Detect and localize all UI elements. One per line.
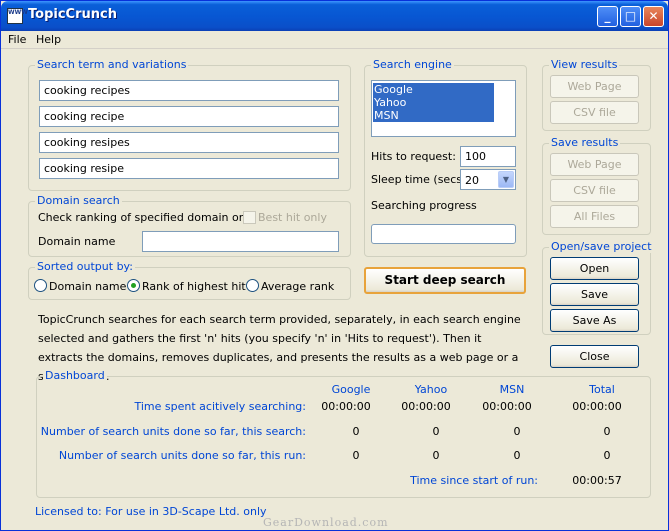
hits-label: Hits to request: (371, 150, 456, 163)
progress-label: Searching progress (371, 199, 477, 212)
window-title: TopicCrunch (28, 7, 117, 22)
dashboard-cell: 0 (513, 449, 521, 462)
best-hit-checkbox[interactable] (243, 211, 256, 224)
time-since-start-value: 00:00:57 (572, 474, 622, 487)
search-term-input-2[interactable]: cooking recipe (39, 106, 339, 127)
dashboard-legend: Dashboard (43, 369, 107, 382)
dashboard-cell: 0 (432, 425, 440, 438)
radio-rank-highest-hit-label[interactable]: Rank of highest hit (142, 280, 246, 293)
save-all-files-button[interactable]: All Files (550, 205, 639, 228)
menu-help[interactable]: Help (36, 33, 61, 46)
best-hit-label: Best hit only (258, 211, 327, 224)
license-text: Licensed to: For use in 3D-Scape Ltd. on… (35, 505, 267, 518)
save-web-page-button[interactable]: Web Page (550, 153, 639, 176)
minimize-button[interactable]: _ (597, 6, 618, 27)
search-term-legend: Search term and variations (35, 58, 189, 71)
search-engine-legend: Search engine (371, 58, 454, 71)
search-engine-listbox[interactable]: Google Yahoo MSN (371, 80, 516, 137)
check-ranking-label: Check ranking of specified domain only (38, 211, 256, 224)
dashboard-col-total: Total (589, 383, 615, 396)
dashboard-cell: 0 (603, 425, 611, 438)
radio-average-rank[interactable] (246, 279, 259, 292)
save-as-project-button[interactable]: Save As (550, 309, 639, 332)
search-term-input-3[interactable]: cooking resipes (39, 132, 339, 153)
domain-search-legend: Domain search (35, 194, 122, 207)
dashboard-col-msn: MSN (499, 383, 525, 396)
domain-name-label: Domain name (38, 235, 116, 248)
view-results-legend: View results (549, 58, 620, 71)
dashboard-row-label-time: Time spent acitively searching: (134, 400, 307, 413)
dashboard-cell: 00:00:00 (572, 400, 622, 413)
start-deep-search-button[interactable]: Start deep search (364, 267, 526, 294)
dashboard-cell: 0 (603, 449, 611, 462)
chevron-down-icon[interactable]: ▼ (498, 171, 514, 188)
save-project-button[interactable]: Save (550, 283, 639, 306)
hits-input[interactable]: 100 (460, 146, 516, 167)
menu-bar: File Help (1, 31, 668, 49)
app-window: WWW TopicCrunch _ □ ✕ File Help Search t… (0, 0, 669, 531)
search-term-input-1[interactable]: cooking recipes (39, 80, 339, 101)
engine-item-msn[interactable]: MSN (373, 109, 494, 122)
dashboard-cell: 00:00:00 (482, 400, 532, 413)
dashboard-cell: 0 (352, 425, 360, 438)
radio-average-rank-label[interactable]: Average rank (261, 280, 334, 293)
radio-domain-name[interactable] (34, 279, 47, 292)
dashboard-cell: 00:00:00 (401, 400, 451, 413)
app-icon[interactable]: WWW (7, 8, 28, 24)
view-csv-file-button[interactable]: CSV file (550, 101, 639, 124)
dashboard-row-label-this-search: Number of search units done so far, this… (40, 425, 306, 438)
sorted-output-legend: Sorted output by: (35, 260, 135, 273)
sleep-label: Sleep time (secs) (371, 173, 467, 186)
title-bar[interactable]: WWW TopicCrunch _ □ ✕ (1, 1, 668, 31)
engine-item-yahoo[interactable]: Yahoo (373, 96, 494, 109)
maximize-button[interactable]: □ (620, 6, 641, 27)
engine-item-google[interactable]: Google (373, 83, 494, 96)
sleep-value: 20 (465, 174, 479, 187)
time-since-start-label: Time since start of run: (410, 474, 538, 487)
radio-rank-highest-hit[interactable] (127, 279, 140, 292)
search-progress-bar (371, 224, 516, 244)
save-results-legend: Save results (549, 136, 621, 149)
domain-name-input[interactable] (142, 231, 339, 252)
dashboard-col-yahoo: Yahoo (414, 383, 448, 396)
dashboard-cell: 00:00:00 (321, 400, 371, 413)
save-csv-file-button[interactable]: CSV file (550, 179, 639, 202)
view-web-page-button[interactable]: Web Page (550, 75, 639, 98)
watermark: GearDownload.com (263, 516, 389, 529)
close-window-button[interactable]: ✕ (643, 6, 664, 27)
project-legend: Open/save project (549, 240, 654, 253)
description-text: TopicCrunch searches for each search ter… (38, 313, 521, 383)
close-button[interactable]: Close (550, 345, 639, 368)
dashboard-cell: 0 (432, 449, 440, 462)
dashboard-row-label-this-run: Number of search units done so far, this… (58, 449, 306, 462)
radio-domain-name-label[interactable]: Domain name (49, 280, 126, 293)
menu-file[interactable]: File (8, 33, 26, 46)
dashboard-cell: 0 (352, 449, 360, 462)
open-project-button[interactable]: Open (550, 257, 639, 280)
dashboard-cell: 0 (513, 425, 521, 438)
dashboard-col-google: Google (331, 383, 371, 396)
sleep-combo[interactable]: 20 ▼ (460, 169, 516, 190)
search-term-input-4[interactable]: cooking resipe (39, 158, 339, 179)
